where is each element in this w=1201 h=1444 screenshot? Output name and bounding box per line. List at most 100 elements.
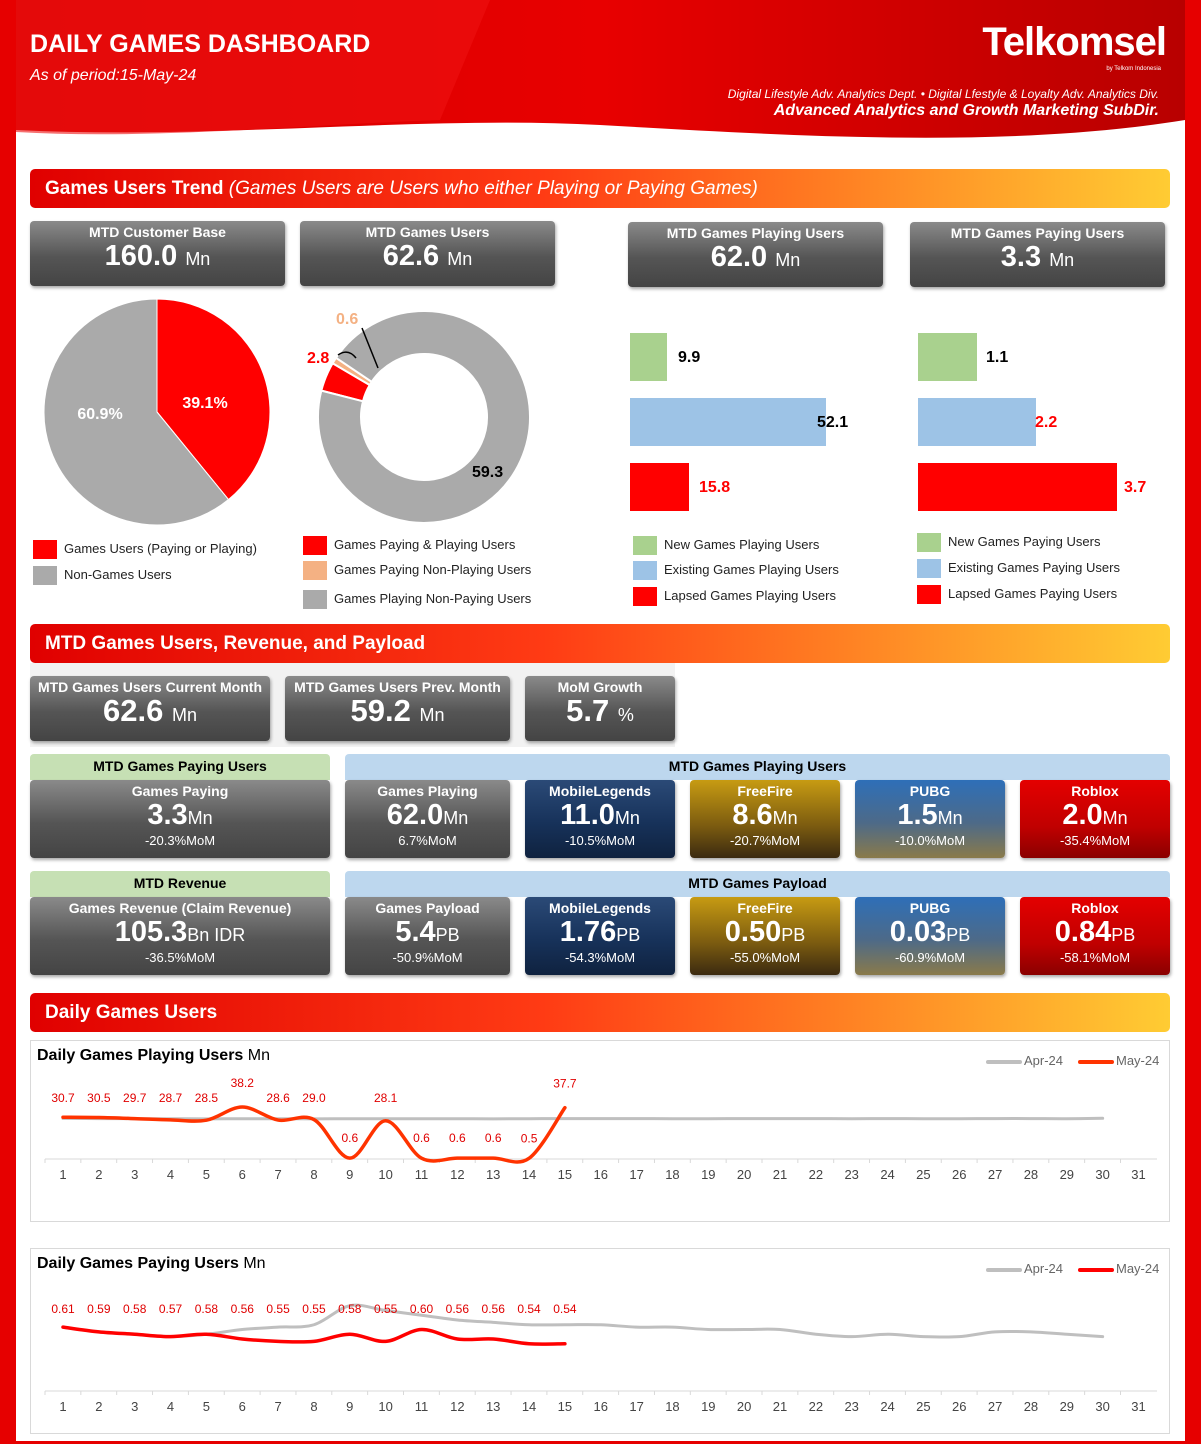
section-title: MTD Games Users, Revenue, and Payload [45, 633, 426, 654]
data-label: 28.5 [195, 1091, 219, 1105]
band-payload: MTD Games Payload [345, 871, 1170, 897]
x-tick-label: 7 [274, 1167, 281, 1182]
x-tick-label: 11 [415, 1399, 429, 1414]
card-value-line: 11.0Mn [525, 799, 675, 834]
card-unit: PB [1111, 925, 1136, 945]
card-value: 62.0 [386, 799, 444, 831]
data-label: 0.61 [51, 1302, 75, 1316]
card-title: MobileLegends [549, 783, 651, 799]
x-tick-label: 31 [1131, 1167, 1145, 1182]
bar-label-new-paying: 1.1 [986, 349, 1009, 366]
x-tick-label: 1 [59, 1167, 66, 1182]
legend-label: Existing Games Playing Users [664, 561, 839, 577]
x-tick-label: 27 [988, 1167, 1002, 1182]
card-growth-line: -35.4%MoM [1020, 834, 1170, 847]
x-tick-label: 10 [378, 1399, 392, 1414]
legend-swatch [917, 585, 941, 604]
card-growth: -58.1% [1059, 950, 1102, 965]
data-label: 0.56 [482, 1302, 506, 1316]
legend-label: Games Paying Non-Playing Users [334, 561, 532, 577]
card-growth-line: -20.7%MoM [690, 834, 840, 847]
x-tick-label: 19 [701, 1399, 715, 1414]
kpi-value: 62.6 [382, 240, 440, 272]
data-label: 0.6 [341, 1131, 358, 1145]
x-tick-label: 28 [1024, 1399, 1038, 1414]
card-growth-line: -36.5%MoM [30, 951, 330, 964]
card-value: 0.03 [889, 916, 947, 948]
bar-label-lapsed-paying: 3.7 [1124, 479, 1147, 496]
legend-swatch [303, 590, 327, 609]
bar-lapsed-playing [630, 463, 690, 511]
card-growth: -60.9% [894, 950, 937, 965]
card-growth-unit: MoM [606, 950, 636, 965]
x-tick-label: 24 [880, 1399, 894, 1414]
x-tick-label: 29 [1060, 1167, 1074, 1182]
kpi-games-paying-users: MTD Games Paying Users 3.3 Mn [910, 222, 1165, 287]
data-label: 30.5 [87, 1091, 111, 1105]
kpi-value-line: 62.6 Mn [300, 240, 555, 275]
pie-legend-games: Games Users (Paying or Playing) [33, 540, 257, 559]
card-growth: -54.3% [564, 950, 607, 965]
data-label: 29.7 [123, 1091, 147, 1105]
card-value-line: 1.5Mn [855, 799, 1005, 834]
legend-existing-playing: Existing Games Playing Users [633, 561, 839, 580]
card-unit: Bn IDR [187, 925, 246, 945]
kpi-games-playing-users: MTD Games Playing Users 62.0 Mn [628, 222, 883, 287]
kpi-mtd-prev-month: MTD Games Users Prev. Month 59.2 Mn [285, 676, 510, 741]
card-growth-line: -55.0%MoM [690, 951, 840, 964]
kpi-title: MTD Games Users [365, 224, 490, 240]
kpi-title: MTD Games Playing Users [666, 225, 845, 241]
card-value-line: 1.76PB [525, 916, 675, 951]
card-growth-unit: MoM [936, 950, 966, 965]
card-title: MobileLegends [549, 900, 651, 916]
card-value-line: 3.3Mn [30, 799, 330, 834]
x-tick-label: 12 [450, 1399, 464, 1414]
kpi-value: 3.3 [1000, 241, 1042, 273]
card-growth-unit: MoM [186, 833, 216, 848]
kpi-unit: Mn [171, 705, 197, 725]
kpi-value-line: 62.6 Mn [30, 695, 270, 731]
card-growth-unit: MoM [1101, 833, 1131, 848]
section-title: Daily Games Users [45, 1002, 218, 1023]
data-label: 0.55 [302, 1302, 326, 1316]
data-label: 0.55 [374, 1302, 398, 1316]
x-tick-label: 18 [665, 1167, 679, 1182]
card-unit: Mn [614, 808, 640, 828]
card-value: 1.76 [559, 916, 617, 948]
card-unit: Mn [937, 808, 963, 828]
daily-playing-chart-panel: Daily Games Playing Users Mn Apr-24 May-… [30, 1040, 1170, 1222]
daily-playing-line-chart: 1 2 3 4 5 6 7 8 9 10 11 12 13 14 15 16 17 18 19 20 21 22 23 24 2… [44, 1076, 1157, 1182]
card-unit: PB [946, 925, 971, 945]
x-tick-label: 11 [415, 1167, 429, 1182]
x-tick-label: 21 [773, 1399, 787, 1414]
data-label: 0.58 [195, 1302, 219, 1316]
card-mobilelegends-payload: MobileLegends 1.76PB -54.3%MoM [525, 897, 675, 975]
x-tick-label: 2 [95, 1167, 102, 1182]
x-tick-label: 26 [952, 1167, 966, 1182]
card-games-revenue: Games Revenue (Claim Revenue) 105.3Bn ID… [30, 897, 330, 975]
x-tick-label: 9 [346, 1167, 353, 1182]
card-pubg-playing: PUBG 1.5Mn -10.0%MoM [855, 780, 1005, 858]
legend-swatch [633, 536, 657, 555]
card-value-line: 0.50PB [690, 916, 840, 951]
legend-new-paying: New Games Paying Users [917, 533, 1100, 552]
x-tick-label: 25 [916, 1399, 930, 1414]
pie-label-non-games: 60.9% [77, 406, 122, 423]
section-header-daily-games-users: Daily Games Users [30, 993, 1170, 1032]
card-growth: -20.3% [144, 833, 187, 848]
legend-label: Lapsed Games Playing Users [664, 587, 836, 603]
kpi-title: MTD Games Paying Users [950, 225, 1125, 241]
card-growth-line: -54.3%MoM [525, 951, 675, 964]
x-tick-label: 3 [131, 1399, 138, 1414]
series-line-may-24 [61, 1325, 567, 1346]
legend-new-playing: New Games Playing Users [633, 536, 819, 555]
kpi-unit: Mn [775, 250, 801, 270]
data-label: 28.6 [266, 1091, 290, 1105]
games-users-pie-chart: 39.1% 60.9% [43, 298, 271, 526]
card-value: 0.50 [724, 916, 782, 948]
card-unit: Mn [187, 808, 213, 828]
card-mobilelegends-playing: MobileLegends 11.0Mn -10.5%MoM [525, 780, 675, 858]
legend-label: Games Playing Non-Paying Users [334, 590, 532, 606]
card-growth: -50.9% [392, 950, 434, 965]
x-tick-label: 21 [773, 1167, 787, 1182]
